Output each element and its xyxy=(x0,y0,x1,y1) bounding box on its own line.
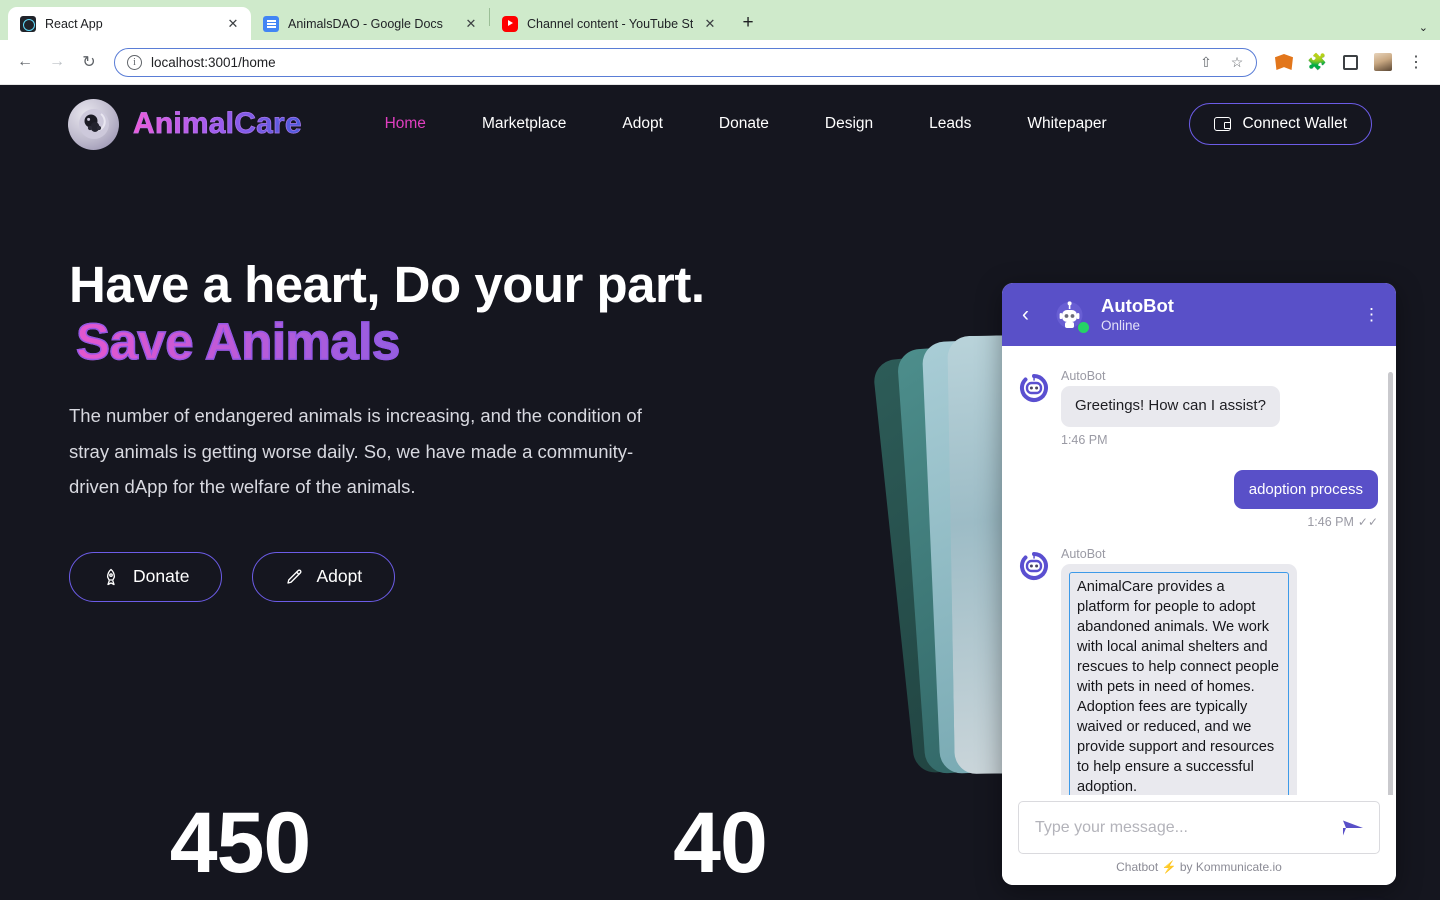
new-tab-button[interactable]: + xyxy=(734,9,762,37)
hero-heading: Have a heart, Do your part. xyxy=(69,256,705,313)
nav-item-adopt[interactable]: Adopt xyxy=(594,115,691,133)
nav-item-design[interactable]: Design xyxy=(797,115,901,133)
wallet-icon xyxy=(1214,117,1232,131)
browser-tab-youtube-studio[interactable]: Channel content - YouTube Stu ✕ xyxy=(490,7,728,40)
side-panel-icon[interactable] xyxy=(1336,48,1364,76)
stat-value: 40 xyxy=(673,795,768,891)
pencil-icon xyxy=(287,569,302,584)
chat-top-spacer xyxy=(1018,346,1378,369)
chat-message-body: adoption process 1:46 PM ✓✓ xyxy=(1233,469,1378,529)
chat-bot-name: AutoBot xyxy=(1101,294,1174,316)
browser-tab-animalsdao[interactable]: AnimalsDAO - Google Docs ✕ xyxy=(251,7,489,40)
close-icon[interactable]: ✕ xyxy=(225,16,241,32)
share-icon[interactable]: ⇧ xyxy=(1195,51,1217,73)
rocket-icon xyxy=(106,568,116,585)
metamask-icon[interactable] xyxy=(1270,48,1298,76)
message-input[interactable]: Type your message... xyxy=(1035,819,1341,837)
youtube-icon xyxy=(502,15,518,32)
chat-message-list[interactable]: AutoBot Greetings! How can I assist? 1:4… xyxy=(1002,346,1396,795)
branding-suffix: by Kommunicate.io xyxy=(1179,860,1282,874)
stat-value: 450 xyxy=(169,795,312,891)
hero-paragraph: The number of endangered animals is incr… xyxy=(69,405,642,498)
site-info-icon[interactable]: i xyxy=(127,54,142,70)
nav-item-whitepaper[interactable]: Whitepaper xyxy=(999,115,1134,133)
brand[interactable]: AnimalCare xyxy=(68,98,302,150)
nav-item-home[interactable]: Home xyxy=(357,115,454,133)
adopt-button[interactable]: Adopt xyxy=(252,551,396,602)
browser-window: React App ✕ AnimalsDAO - Google Docs ✕ C… xyxy=(0,0,1440,900)
bolt-icon: ⚡ xyxy=(1161,860,1177,874)
online-status-dot xyxy=(1078,322,1089,333)
hero-copy: Have a heart, Do your part. Save Animals… xyxy=(69,256,709,602)
chat-widget: ‹ AutoBot Online ⋮ AutoBot Greetings! Ho… xyxy=(1002,283,1396,885)
close-icon[interactable]: ✕ xyxy=(702,16,718,32)
browser-tab-react-app[interactable]: React App ✕ xyxy=(8,7,251,40)
chat-scrollbar[interactable] xyxy=(1388,372,1393,795)
chat-menu-icon[interactable]: ⋮ xyxy=(1363,305,1380,325)
page-content: AnimalCare Home Marketplace Adopt Donate… xyxy=(0,85,1440,900)
stat-collections: 450 Collections xyxy=(0,800,480,900)
chat-branding: Chatbot ⚡ by Kommunicate.io xyxy=(1018,854,1380,878)
forward-icon[interactable]: → xyxy=(42,47,72,77)
chat-message-bot-answer: AutoBot AnimalCare provides a platform f… xyxy=(1018,547,1378,795)
chat-message-body: AutoBot AnimalCare provides a platform f… xyxy=(1061,547,1378,795)
back-chevron-icon[interactable]: ‹ xyxy=(1022,304,1038,325)
browser-menu-icon[interactable]: ⋮ xyxy=(1402,48,1430,76)
branding-prefix: Chatbot xyxy=(1116,860,1159,874)
nav-item-leads[interactable]: Leads xyxy=(901,115,999,133)
bot-avatar xyxy=(1051,296,1089,333)
animalcare-logo xyxy=(68,98,119,150)
connect-wallet-button[interactable]: Connect Wallet xyxy=(1189,103,1372,145)
message-bubble-bot: Greetings! How can I assist? xyxy=(1061,386,1280,427)
nav-item-marketplace[interactable]: Marketplace xyxy=(454,115,594,133)
connect-wallet-label: Connect Wallet xyxy=(1242,115,1347,132)
adopt-button-label: Adopt xyxy=(316,566,363,587)
profile-avatar[interactable] xyxy=(1369,48,1397,76)
chat-input-row[interactable]: Type your message... xyxy=(1018,801,1380,854)
reload-icon[interactable]: ↻ xyxy=(74,47,104,77)
chat-title-block: AutoBot Online xyxy=(1101,295,1350,334)
tab-strip: React App ✕ AnimalsDAO - Google Docs ✕ C… xyxy=(0,0,1440,40)
close-icon[interactable]: ✕ xyxy=(463,16,479,32)
main-nav: Home Marketplace Adopt Donate Design Lea… xyxy=(302,115,1190,133)
donate-button-label: Donate xyxy=(133,566,190,587)
tab-title: AnimalsDAO - Google Docs xyxy=(288,16,443,31)
message-sender: AutoBot xyxy=(1061,369,1106,383)
url-text: localhost:3001/home xyxy=(151,54,276,70)
message-timestamp: 1:46 PM ✓✓ xyxy=(1234,515,1378,529)
browser-toolbar: ← → ↻ i localhost:3001/home ⇧ ☆ 🧩 ⋮ xyxy=(0,40,1440,85)
send-icon[interactable] xyxy=(1341,816,1365,840)
chat-bot-status: Online xyxy=(1101,317,1141,333)
chat-message-bot-greeting: AutoBot Greetings! How can I assist? 1:4… xyxy=(1018,369,1378,447)
address-bar[interactable]: i localhost:3001/home ⇧ ☆ xyxy=(114,47,1257,77)
extensions-puzzle-icon[interactable]: 🧩 xyxy=(1303,48,1331,76)
bot-avatar-small xyxy=(1018,550,1050,582)
chat-footer: Type your message... Chatbot ⚡ by Kommun… xyxy=(1002,795,1396,885)
message-sender: AutoBot xyxy=(1061,546,1106,561)
stat-artist: 40 Artist xyxy=(480,800,960,900)
message-text-selected[interactable]: AnimalCare provides a platform for peopl… xyxy=(1069,571,1289,795)
delivered-ticks-icon: ✓✓ xyxy=(1357,514,1378,529)
message-timestamp: 1:46 PM xyxy=(1061,432,1108,447)
react-icon xyxy=(20,15,36,32)
hero-buttons: Donate Adopt xyxy=(69,551,709,602)
site-header: AnimalCare Home Marketplace Adopt Donate… xyxy=(0,85,1440,163)
bot-avatar-small xyxy=(1018,372,1050,404)
hero-subheading: Save Animals xyxy=(75,312,709,372)
message-bubble-bot: AnimalCare provides a platform for peopl… xyxy=(1061,563,1297,795)
message-bubble-user: adoption process xyxy=(1233,469,1378,509)
google-docs-icon xyxy=(263,15,279,32)
tab-title: Channel content - YouTube Stu xyxy=(527,16,693,31)
bookmark-star-icon[interactable]: ☆ xyxy=(1226,51,1248,73)
donate-button[interactable]: Donate xyxy=(69,551,223,602)
nav-item-donate[interactable]: Donate xyxy=(691,115,797,133)
back-icon[interactable]: ← xyxy=(10,47,40,77)
chat-message-user: adoption process 1:46 PM ✓✓ xyxy=(1018,469,1378,529)
message-time: 1:46 PM xyxy=(1307,514,1354,529)
tab-title: React App xyxy=(45,16,103,31)
chat-message-body: AutoBot Greetings! How can I assist? 1:4… xyxy=(1061,369,1378,447)
chat-header: ‹ AutoBot Online ⋮ xyxy=(1002,283,1396,346)
window-menu-button[interactable]: ⌄ xyxy=(1419,21,1428,34)
brand-name: AnimalCare xyxy=(133,107,302,141)
